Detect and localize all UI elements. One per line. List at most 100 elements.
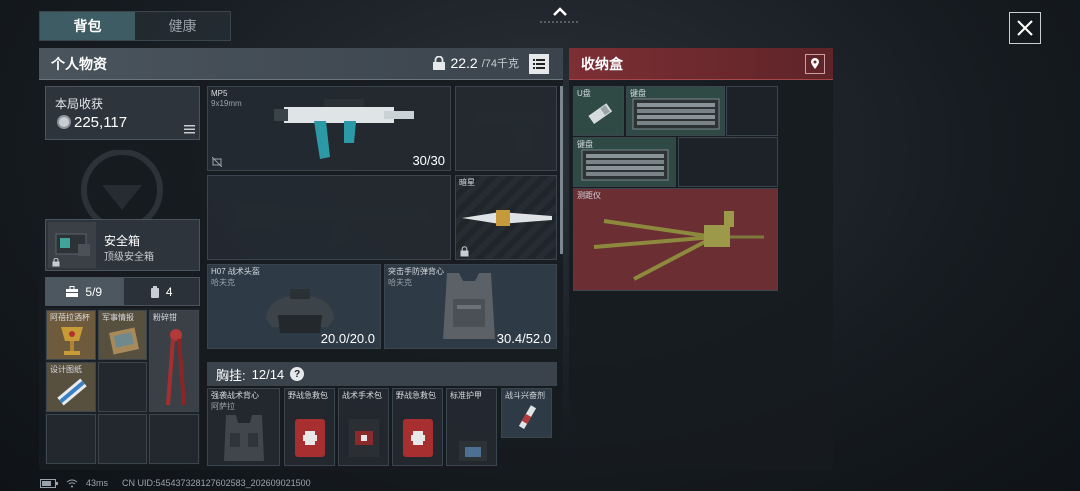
storage-item-keyboard[interactable]: 键盘 — [573, 137, 676, 187]
rig-item-tactical-vest[interactable]: 强袭战术背心 阿萨拉 — [207, 388, 280, 466]
stimulant-injector-image — [518, 405, 537, 430]
user-uid: CN UID:545437328127602583_202609021500 — [122, 478, 311, 488]
melee-name: 暗星 — [459, 178, 475, 187]
item-label: 设计图纸 — [50, 365, 82, 374]
battery-icon — [40, 478, 58, 488]
item-label: U盘 — [577, 89, 591, 98]
item-label: 粉碎钳 — [153, 313, 177, 322]
item-label: 强袭战术背心 — [211, 391, 259, 400]
list-icon — [184, 125, 195, 134]
vest-name: 突击手防弹背心 — [388, 267, 444, 276]
surgery-kit-image — [349, 419, 379, 457]
tab-health[interactable]: 健康 — [135, 12, 230, 40]
item-label: 战术手术包 — [342, 391, 382, 400]
backpack-icon — [150, 285, 159, 298]
item-label: 阿蓓拉酒杯 — [50, 313, 90, 322]
weapon-name: MP5 — [211, 89, 228, 98]
storage-item-rangefinder[interactable]: 测距仪 — [573, 188, 778, 291]
pocket-item-intel[interactable]: 军事情报 — [98, 310, 147, 360]
intel-folder-image — [108, 327, 140, 355]
weapon-ammo-count: 30/30 — [412, 153, 445, 168]
locate-button[interactable] — [805, 54, 825, 74]
status-bar: 43ms CN UID:545437328127602583_202609021… — [40, 476, 311, 490]
rig-item-first-aid[interactable]: 野战急救包 — [284, 388, 335, 466]
faction-emblem-icon — [81, 150, 163, 220]
ping-readout: 43ms — [86, 478, 109, 488]
storage-item-usb[interactable]: U盘 — [573, 86, 624, 136]
rig-item-armor-plate[interactable]: 标准护甲 — [446, 388, 497, 466]
secondary-weapon-slot[interactable] — [207, 175, 451, 260]
item-sub: 阿萨拉 — [211, 402, 235, 411]
collapse-chevron-icon[interactable] — [540, 3, 580, 25]
pocket-empty-slot[interactable] — [46, 414, 96, 464]
usb-drive-image — [588, 103, 613, 125]
pocket-count: 5/9 — [85, 284, 103, 299]
storage-item-keyboard[interactable]: 键盘 — [626, 86, 725, 136]
pocket-empty-slot[interactable] — [98, 362, 147, 412]
location-pin-icon — [811, 58, 819, 69]
safe-box-tier: 顶级安全箱 — [104, 252, 154, 263]
backpack-count: 4 — [165, 284, 173, 299]
weight-readout: 22.2 /74千克 — [432, 55, 519, 71]
sort-list-button[interactable] — [529, 54, 549, 74]
first-aid-kit-image — [403, 419, 433, 457]
goblet-image — [61, 327, 83, 355]
armor-vest-slot[interactable]: 突击手防弹背心 哈夫克 30.4/52.0 — [384, 264, 557, 349]
session-loot[interactable]: 本局收获 225,117 — [45, 86, 200, 140]
rifle-silhouette-icon — [238, 204, 428, 244]
helmet-durability: 20.0/20.0 — [320, 331, 375, 346]
lock-icon — [433, 55, 446, 70]
lock-icon — [52, 258, 60, 267]
toolbox-icon — [66, 285, 79, 297]
pistol-slot[interactable] — [455, 86, 557, 171]
rangefinder-tripod-image — [593, 211, 764, 281]
vest-image — [443, 273, 495, 339]
coin-icon — [57, 115, 71, 129]
helmet-brand: 哈夫克 — [211, 278, 235, 287]
close-button[interactable] — [1009, 12, 1041, 44]
item-label: 标准护甲 — [450, 391, 482, 400]
tab-pockets[interactable]: 5/9 — [45, 277, 123, 306]
pocket-empty-slot[interactable] — [149, 414, 199, 464]
melee-slot[interactable]: 暗星 — [455, 175, 557, 260]
scrollbar[interactable] — [560, 86, 563, 254]
top-tab-bar: 背包 健康 — [39, 11, 231, 41]
loot-value: 225,117 — [74, 114, 128, 131]
weapon-ammo-type: 9x19mm — [211, 99, 242, 108]
item-label: 测距仪 — [577, 191, 601, 200]
personal-items-header: 个人物资 22.2 /74千克 — [39, 48, 563, 80]
personal-items-title: 个人物资 — [51, 55, 107, 72]
safe-box-slot[interactable]: 安全箱 顶级安全箱 — [45, 219, 200, 271]
storage-empty-slot[interactable] — [678, 137, 778, 187]
keyboard-image — [581, 149, 669, 181]
bolt-cutter-image — [166, 329, 186, 406]
tab-backpack-slot[interactable]: 4 — [122, 277, 200, 306]
storage-box-title: 收纳盒 — [581, 55, 623, 72]
safe-box-name: 安全箱 — [104, 234, 141, 248]
helmet-slot[interactable]: H07 战术头盔 哈夫克 20.0/20.0 — [207, 264, 381, 349]
blueprint-image — [57, 378, 87, 406]
close-icon — [1017, 20, 1033, 36]
storage-box-header: 收纳盒 — [569, 48, 833, 80]
pocket-item-goblet[interactable]: 阿蓓拉酒杯 — [46, 310, 96, 360]
mp5-image — [274, 99, 414, 159]
weight-current: 22.2 — [450, 55, 478, 71]
rig-item-first-aid[interactable]: 野战急救包 — [392, 388, 443, 466]
rig-item-surgery-kit[interactable]: 战术手术包 — [338, 388, 389, 466]
loot-title: 本局收获 — [55, 97, 104, 111]
chest-rig-header: 胸挂: 12/14 ? — [207, 362, 557, 386]
pocket-item-bolt-cutter[interactable]: 粉碎钳 — [149, 310, 199, 412]
rig-item-stimulant[interactable]: 战斗兴奋剂 — [501, 388, 552, 438]
chest-rig-label: 胸挂: — [216, 367, 246, 383]
item-label: 军事情报 — [102, 313, 134, 322]
primary-weapon-slot[interactable]: MP5 9x19mm 30/30 — [207, 86, 451, 171]
pocket-empty-slot[interactable] — [98, 414, 147, 464]
pocket-tab-bar: 5/9 4 — [45, 277, 200, 306]
storage-empty-slot[interactable] — [726, 86, 778, 136]
help-icon[interactable]: ? — [290, 367, 305, 381]
chest-rig-count: 12/14 — [251, 366, 285, 382]
wifi-icon — [66, 479, 78, 487]
pocket-item-blueprint[interactable]: 设计图纸 — [46, 362, 96, 412]
tab-backpack[interactable]: 背包 — [40, 12, 135, 40]
first-aid-kit-image — [295, 419, 325, 457]
